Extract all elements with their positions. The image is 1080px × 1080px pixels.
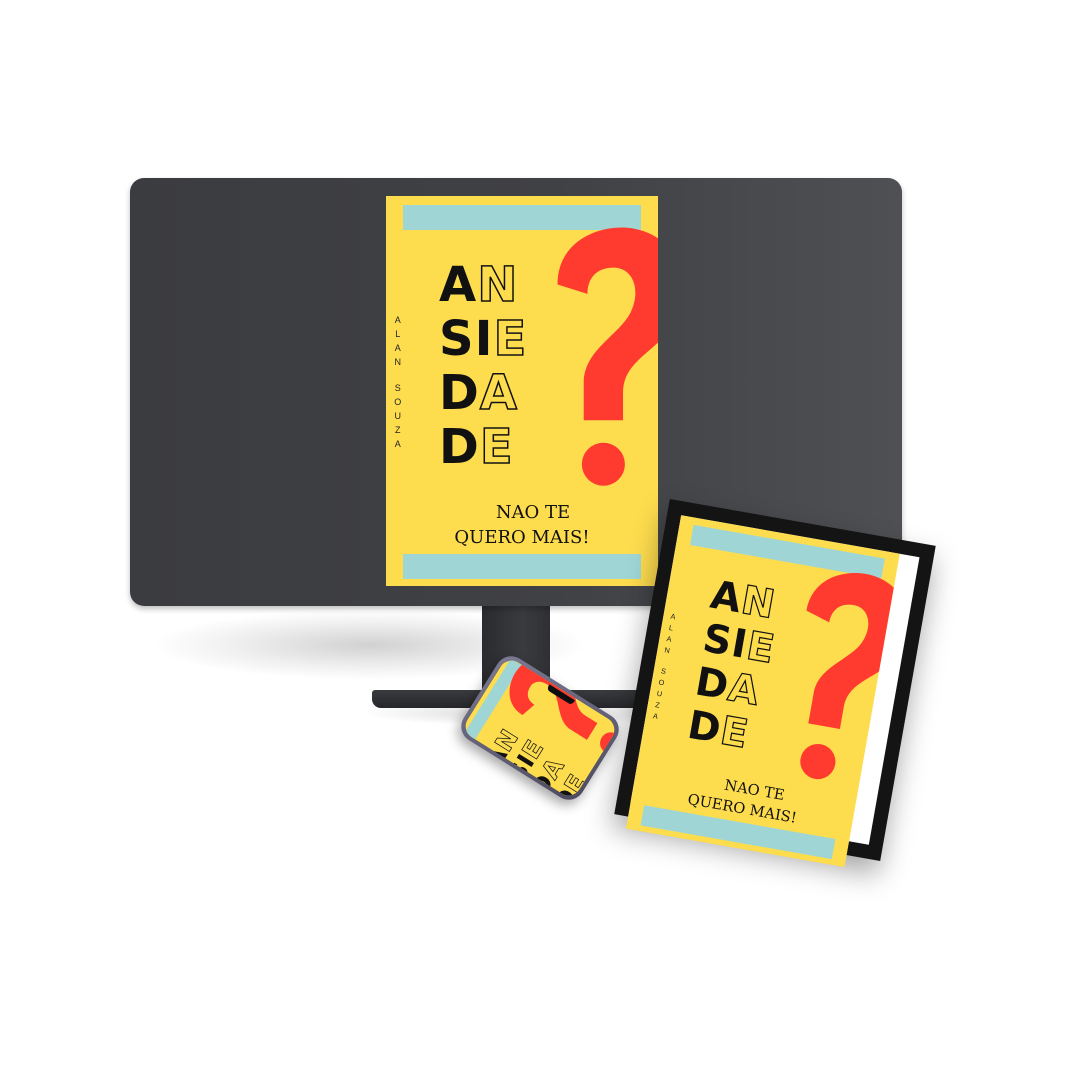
title-line: SIE — [439, 311, 528, 368]
author-letter: O — [394, 397, 402, 407]
title-solid-letters: D — [439, 365, 480, 422]
title-outline-letters: E — [493, 311, 528, 368]
title-outline-letters: A — [724, 664, 764, 716]
title-solid-letters: A — [439, 257, 478, 314]
author-name: ALAN SOUZA — [393, 313, 403, 451]
cover-bottom-band — [596, 751, 620, 801]
author-last-name: SOUZA — [651, 665, 669, 723]
picture-frame: ALAN SOUZA AN SIE DA DE NAO TE QUERO MAIS! — [614, 498, 936, 868]
book-cover: ALAN SOUZA ANSIEDADE NAO TE QUERO MAIS! — [386, 196, 658, 586]
title-line: DA — [439, 365, 527, 422]
book-cover: ALAN SOUZA ANSIEDADE NAO TE QUERO MAIS! — [625, 515, 900, 868]
author-letter: N — [394, 357, 402, 367]
title-outline-letters: N — [737, 577, 779, 629]
author-first-name: ALAN — [393, 313, 403, 369]
author-letter: A — [394, 315, 401, 325]
author-letter: A — [394, 439, 401, 449]
author-name: ALAN SOUZA — [651, 610, 679, 722]
subtitle-line-2: QUERO MAIS! — [454, 527, 590, 549]
author-letter: U — [394, 411, 402, 421]
author-letter: N — [663, 645, 671, 655]
title-outline-letters: E — [479, 419, 514, 476]
author-first-name: ALAN — [491, 788, 518, 801]
author-letter: A — [492, 789, 499, 795]
author-letter: L — [498, 793, 504, 799]
author-letter: A — [394, 343, 401, 353]
title-line: DE — [439, 419, 527, 476]
author-last-name: SOUZA — [393, 381, 403, 451]
author-letter: A — [504, 796, 511, 801]
title-solid-letters: SI — [439, 311, 494, 368]
title-outline-letters: N — [476, 257, 519, 314]
frame-mat: ALAN SOUZA AN SIE DA DE NAO TE QUERO MAIS! — [625, 515, 920, 868]
author-letter: A — [652, 711, 659, 721]
author-letter: L — [395, 329, 401, 339]
book-subtitle: NAO TE QUERO MAIS! — [386, 500, 658, 550]
author-letter: N — [509, 799, 518, 800]
author-name: ALAN SOUZA — [491, 788, 552, 801]
title-solid-letters: D — [439, 419, 480, 476]
title-line: AN — [439, 257, 527, 314]
book-title: AN SIE DA DE — [439, 257, 528, 476]
title-outline-letters: A — [479, 365, 519, 422]
subtitle-line-1: NAO TE — [495, 502, 571, 524]
cover-bottom-band — [403, 554, 641, 580]
author-letter: Z — [395, 425, 401, 435]
author-first-name: ALAN — [662, 610, 678, 656]
author-letter: S — [394, 383, 401, 393]
